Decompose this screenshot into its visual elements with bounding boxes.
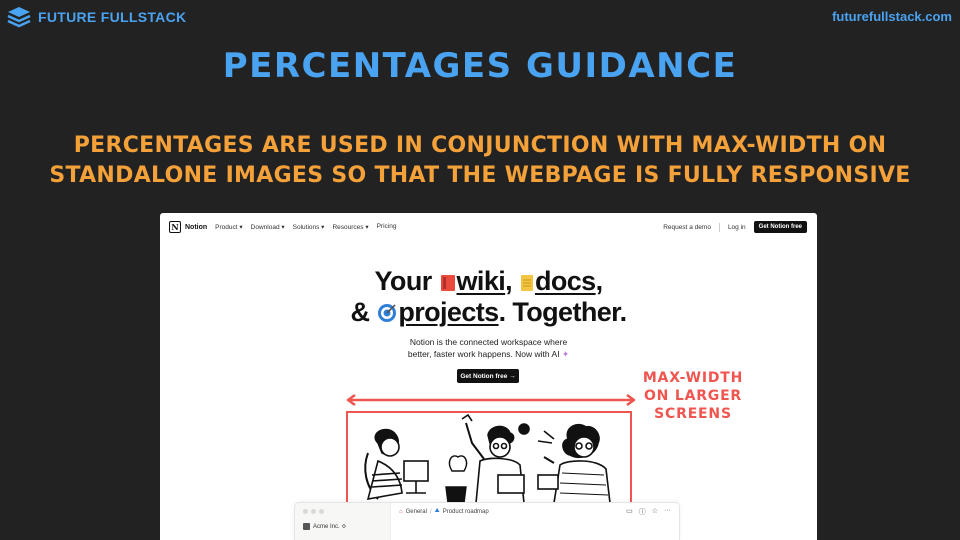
hero-heading-line-2: & projects. Together. [160,297,817,328]
notion-logo-text[interactable]: Notion [185,224,207,231]
brand-logo: FUTURE FULLSTACK [6,4,186,30]
notion-navbar: N Notion Product ▾ Download ▾ Solutions … [160,213,817,241]
hero-word-together: . Together. [498,297,628,327]
annotation-line-2: ON LARGER [643,388,743,404]
slide-subtitle: PERCENTAGES ARE USED IN CONJUNCTION WITH… [30,131,930,191]
breadcrumb-separator: / [429,508,432,515]
website-screenshot: N Notion Product ▾ Download ▾ Solutions … [160,213,817,540]
breadcrumb: ⌂ General / ⛰ Product roadmap [399,508,489,515]
nav-solutions[interactable]: Solutions ▾ [293,223,325,231]
nav-pricing[interactable]: Pricing [377,223,397,231]
window-controls [303,509,324,514]
slide-title: PERCENTAGES GUIDANCE [222,46,738,86]
nav-download[interactable]: Download ▾ [251,223,285,231]
request-demo-link[interactable]: Request a demo [663,224,711,231]
page-toolbar: ▭ ⓘ ☆ ··· [626,507,671,517]
login-link[interactable]: Log in [728,224,746,231]
home-icon: ⌂ [399,508,403,515]
notepad-icon [520,275,533,291]
hero-illustration [346,411,632,506]
sparkle-icon: ✦ [561,349,570,359]
breadcrumb-roadmap[interactable]: Product roadmap [443,509,489,515]
info-icon[interactable]: ⓘ [639,507,646,517]
annotation-line-1: MAX-WIDTH [642,370,744,386]
roadmap-icon: ⛰ [434,508,440,514]
window-dot-close[interactable] [303,509,308,514]
nav-resources[interactable]: Resources ▾ [332,223,368,231]
person-right-drawing [537,423,611,504]
subtitle-line-2: STANDALONE IMAGES SO THAT THE WEBPAGE IS… [49,163,911,188]
plant-drawing [445,455,468,504]
hero-word-your: Your [374,266,439,296]
subtitle-line-1: PERCENTAGES ARE USED IN CONJUNCTION WITH… [73,133,887,158]
window-dot-minimize[interactable] [311,509,316,514]
site-url[interactable]: futurefullstack.com [832,9,952,24]
hero-heading-line-1: Your wiki, docs, [160,266,817,297]
nav-divider [718,222,720,232]
max-width-annotation: MAX-WIDTH ON LARGER SCREENS [638,369,748,423]
hero-word-projects: projects [398,297,499,327]
app-preview-sidebar: Acme Inc. ≎ [295,503,391,540]
window-dot-maximize[interactable] [319,509,324,514]
hero-word-amp: & [350,297,377,327]
workspace-switcher[interactable]: Acme Inc. ≎ [303,523,346,530]
annotation-line-3: SCREENS [654,406,732,422]
people-working-illustration [364,413,611,504]
hero-desc-line-1: Notion is the connected workspace where [409,337,568,347]
hero-comma-2: , [595,266,603,296]
notion-logo-icon[interactable]: N [169,221,181,233]
nav-product[interactable]: Product ▾ [215,223,242,231]
double-arrow-icon [346,394,636,406]
workspace-icon [303,523,310,530]
person-middle-drawing [461,413,530,504]
comment-icon[interactable]: ▭ [626,507,633,517]
hero-comma: , [505,266,519,296]
more-menu-icon[interactable]: ··· [664,507,671,517]
target-icon [378,304,397,322]
red-book-icon [440,275,455,291]
hero-word-docs: docs [534,266,596,296]
nav-right: Request a demo Log in Get Notion free [663,221,807,233]
hero-word-wiki: wiki [456,266,506,296]
app-preview-window: Acme Inc. ≎ ⌂ General / ⛰ Product roadma… [294,502,680,540]
hero-description: Notion is the connected workspace where … [160,336,817,360]
brand-name: FUTURE FULLSTACK [38,9,187,25]
layers-icon [7,7,31,28]
hero-desc-line-2: better, faster work happens. Now with AI [407,349,560,359]
workspace-name: Acme Inc. ≎ [313,524,347,530]
hero-get-notion-button[interactable]: Get Notion free → [457,369,519,383]
nav-links: Product ▾ Download ▾ Solutions ▾ Resourc… [215,223,396,231]
person-left-drawing [364,428,429,501]
breadcrumb-general[interactable]: General [406,509,427,515]
star-icon[interactable]: ☆ [652,507,658,517]
nav-get-notion-button[interactable]: Get Notion free [753,221,807,233]
